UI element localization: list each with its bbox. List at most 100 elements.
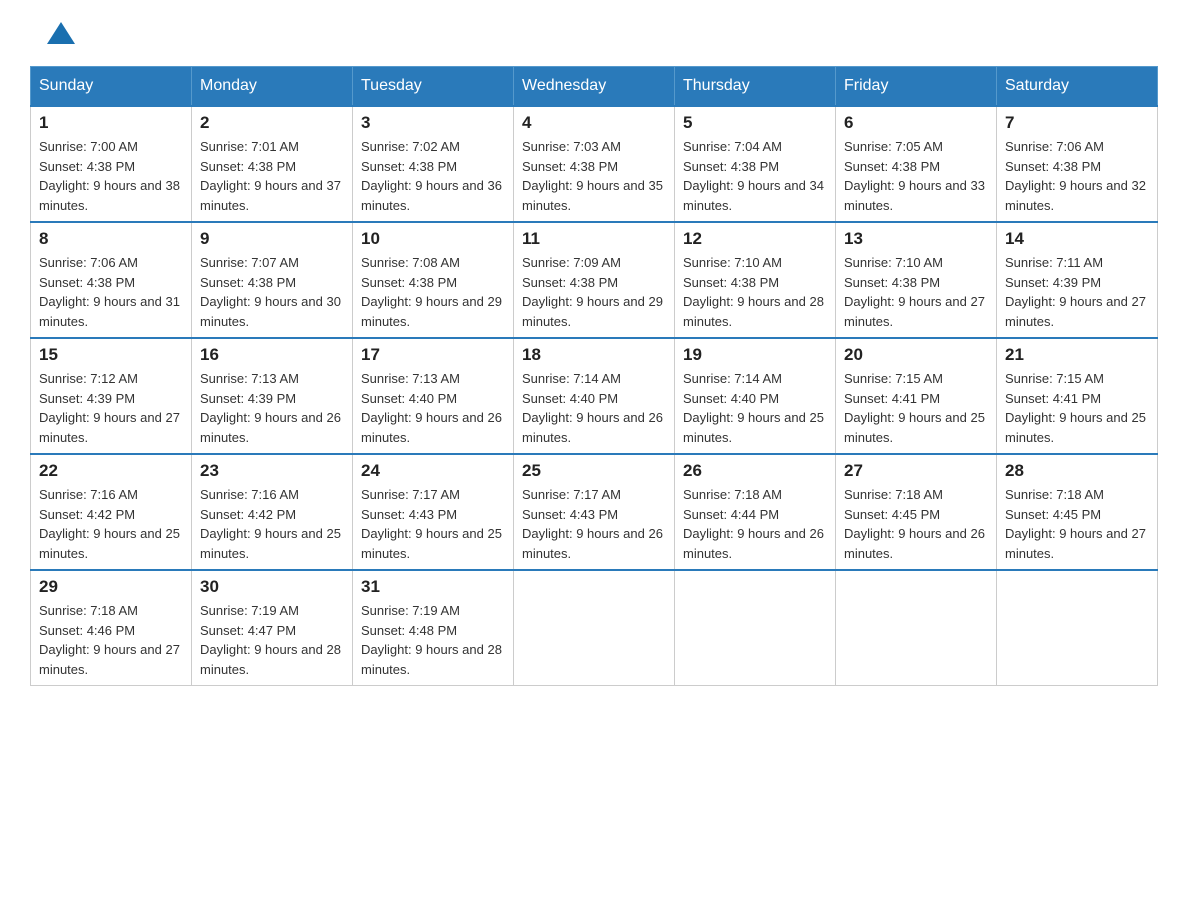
sunset-label: Sunset: 4:41 PM (844, 391, 940, 406)
sunrise-label: Sunrise: 7:07 AM (200, 255, 299, 270)
sunset-label: Sunset: 4:38 PM (200, 275, 296, 290)
sunrise-label: Sunrise: 7:08 AM (361, 255, 460, 270)
day-number: 12 (683, 229, 827, 249)
daylight-label: Daylight: 9 hours and 34 minutes. (683, 178, 824, 213)
day-info: Sunrise: 7:06 AM Sunset: 4:38 PM Dayligh… (1005, 137, 1149, 215)
sunrise-label: Sunrise: 7:01 AM (200, 139, 299, 154)
day-info: Sunrise: 7:15 AM Sunset: 4:41 PM Dayligh… (1005, 369, 1149, 447)
daylight-label: Daylight: 9 hours and 27 minutes. (39, 410, 180, 445)
daylight-label: Daylight: 9 hours and 27 minutes. (1005, 526, 1146, 561)
sunrise-label: Sunrise: 7:04 AM (683, 139, 782, 154)
day-number: 30 (200, 577, 344, 597)
daylight-label: Daylight: 9 hours and 30 minutes. (200, 294, 341, 329)
sunrise-label: Sunrise: 7:05 AM (844, 139, 943, 154)
sunset-label: Sunset: 4:42 PM (200, 507, 296, 522)
daylight-label: Daylight: 9 hours and 37 minutes. (200, 178, 341, 213)
day-info: Sunrise: 7:19 AM Sunset: 4:48 PM Dayligh… (361, 601, 505, 679)
sunset-label: Sunset: 4:38 PM (844, 275, 940, 290)
day-number: 7 (1005, 113, 1149, 133)
day-number: 24 (361, 461, 505, 481)
sunrise-label: Sunrise: 7:00 AM (39, 139, 138, 154)
sunrise-label: Sunrise: 7:06 AM (39, 255, 138, 270)
day-number: 4 (522, 113, 666, 133)
day-info: Sunrise: 7:18 AM Sunset: 4:45 PM Dayligh… (844, 485, 988, 563)
day-number: 28 (1005, 461, 1149, 481)
day-number: 20 (844, 345, 988, 365)
sunset-label: Sunset: 4:38 PM (683, 275, 779, 290)
calendar-cell: 19 Sunrise: 7:14 AM Sunset: 4:40 PM Dayl… (675, 338, 836, 454)
day-info: Sunrise: 7:15 AM Sunset: 4:41 PM Dayligh… (844, 369, 988, 447)
calendar-cell: 11 Sunrise: 7:09 AM Sunset: 4:38 PM Dayl… (514, 222, 675, 338)
day-number: 3 (361, 113, 505, 133)
sunrise-label: Sunrise: 7:16 AM (39, 487, 138, 502)
calendar-cell: 6 Sunrise: 7:05 AM Sunset: 4:38 PM Dayli… (836, 106, 997, 222)
weekday-header-monday: Monday (192, 67, 353, 107)
sunrise-label: Sunrise: 7:03 AM (522, 139, 621, 154)
sunset-label: Sunset: 4:38 PM (1005, 159, 1101, 174)
calendar-cell: 8 Sunrise: 7:06 AM Sunset: 4:38 PM Dayli… (31, 222, 192, 338)
daylight-label: Daylight: 9 hours and 33 minutes. (844, 178, 985, 213)
day-number: 15 (39, 345, 183, 365)
day-info: Sunrise: 7:18 AM Sunset: 4:45 PM Dayligh… (1005, 485, 1149, 563)
sunset-label: Sunset: 4:38 PM (522, 275, 618, 290)
daylight-label: Daylight: 9 hours and 35 minutes. (522, 178, 663, 213)
daylight-label: Daylight: 9 hours and 25 minutes. (1005, 410, 1146, 445)
daylight-label: Daylight: 9 hours and 26 minutes. (683, 526, 824, 561)
day-number: 22 (39, 461, 183, 481)
calendar-cell: 5 Sunrise: 7:04 AM Sunset: 4:38 PM Dayli… (675, 106, 836, 222)
calendar-cell: 25 Sunrise: 7:17 AM Sunset: 4:43 PM Dayl… (514, 454, 675, 570)
sunset-label: Sunset: 4:41 PM (1005, 391, 1101, 406)
day-info: Sunrise: 7:07 AM Sunset: 4:38 PM Dayligh… (200, 253, 344, 331)
daylight-label: Daylight: 9 hours and 29 minutes. (522, 294, 663, 329)
day-info: Sunrise: 7:14 AM Sunset: 4:40 PM Dayligh… (683, 369, 827, 447)
calendar-week-row: 22 Sunrise: 7:16 AM Sunset: 4:42 PM Dayl… (31, 454, 1158, 570)
sunset-label: Sunset: 4:40 PM (361, 391, 457, 406)
sunset-label: Sunset: 4:46 PM (39, 623, 135, 638)
day-number: 17 (361, 345, 505, 365)
calendar-week-row: 8 Sunrise: 7:06 AM Sunset: 4:38 PM Dayli… (31, 222, 1158, 338)
day-info: Sunrise: 7:08 AM Sunset: 4:38 PM Dayligh… (361, 253, 505, 331)
calendar-cell: 16 Sunrise: 7:13 AM Sunset: 4:39 PM Dayl… (192, 338, 353, 454)
calendar-cell: 31 Sunrise: 7:19 AM Sunset: 4:48 PM Dayl… (353, 570, 514, 686)
daylight-label: Daylight: 9 hours and 38 minutes. (39, 178, 180, 213)
sunrise-label: Sunrise: 7:11 AM (1005, 255, 1103, 270)
logo-triangle-icon (47, 22, 75, 46)
logo (30, 20, 75, 46)
calendar-cell: 9 Sunrise: 7:07 AM Sunset: 4:38 PM Dayli… (192, 222, 353, 338)
sunrise-label: Sunrise: 7:18 AM (1005, 487, 1104, 502)
day-number: 10 (361, 229, 505, 249)
day-info: Sunrise: 7:10 AM Sunset: 4:38 PM Dayligh… (844, 253, 988, 331)
sunset-label: Sunset: 4:42 PM (39, 507, 135, 522)
day-info: Sunrise: 7:18 AM Sunset: 4:44 PM Dayligh… (683, 485, 827, 563)
day-info: Sunrise: 7:13 AM Sunset: 4:40 PM Dayligh… (361, 369, 505, 447)
calendar-cell: 10 Sunrise: 7:08 AM Sunset: 4:38 PM Dayl… (353, 222, 514, 338)
calendar-cell: 24 Sunrise: 7:17 AM Sunset: 4:43 PM Dayl… (353, 454, 514, 570)
day-number: 16 (200, 345, 344, 365)
daylight-label: Daylight: 9 hours and 26 minutes. (361, 410, 502, 445)
sunrise-label: Sunrise: 7:02 AM (361, 139, 460, 154)
sunset-label: Sunset: 4:38 PM (361, 159, 457, 174)
calendar-cell: 15 Sunrise: 7:12 AM Sunset: 4:39 PM Dayl… (31, 338, 192, 454)
weekday-header-row: SundayMondayTuesdayWednesdayThursdayFrid… (31, 67, 1158, 107)
day-number: 13 (844, 229, 988, 249)
day-info: Sunrise: 7:16 AM Sunset: 4:42 PM Dayligh… (200, 485, 344, 563)
weekday-header-sunday: Sunday (31, 67, 192, 107)
day-number: 8 (39, 229, 183, 249)
daylight-label: Daylight: 9 hours and 28 minutes. (683, 294, 824, 329)
calendar-cell: 17 Sunrise: 7:13 AM Sunset: 4:40 PM Dayl… (353, 338, 514, 454)
day-number: 11 (522, 229, 666, 249)
calendar-cell: 4 Sunrise: 7:03 AM Sunset: 4:38 PM Dayli… (514, 106, 675, 222)
day-info: Sunrise: 7:13 AM Sunset: 4:39 PM Dayligh… (200, 369, 344, 447)
daylight-label: Daylight: 9 hours and 25 minutes. (683, 410, 824, 445)
daylight-label: Daylight: 9 hours and 25 minutes. (200, 526, 341, 561)
day-info: Sunrise: 7:17 AM Sunset: 4:43 PM Dayligh… (522, 485, 666, 563)
sunrise-label: Sunrise: 7:14 AM (683, 371, 782, 386)
calendar-cell: 3 Sunrise: 7:02 AM Sunset: 4:38 PM Dayli… (353, 106, 514, 222)
calendar-cell (675, 570, 836, 686)
daylight-label: Daylight: 9 hours and 36 minutes. (361, 178, 502, 213)
day-info: Sunrise: 7:04 AM Sunset: 4:38 PM Dayligh… (683, 137, 827, 215)
sunset-label: Sunset: 4:45 PM (844, 507, 940, 522)
calendar-week-row: 29 Sunrise: 7:18 AM Sunset: 4:46 PM Dayl… (31, 570, 1158, 686)
daylight-label: Daylight: 9 hours and 26 minutes. (522, 526, 663, 561)
day-info: Sunrise: 7:00 AM Sunset: 4:38 PM Dayligh… (39, 137, 183, 215)
